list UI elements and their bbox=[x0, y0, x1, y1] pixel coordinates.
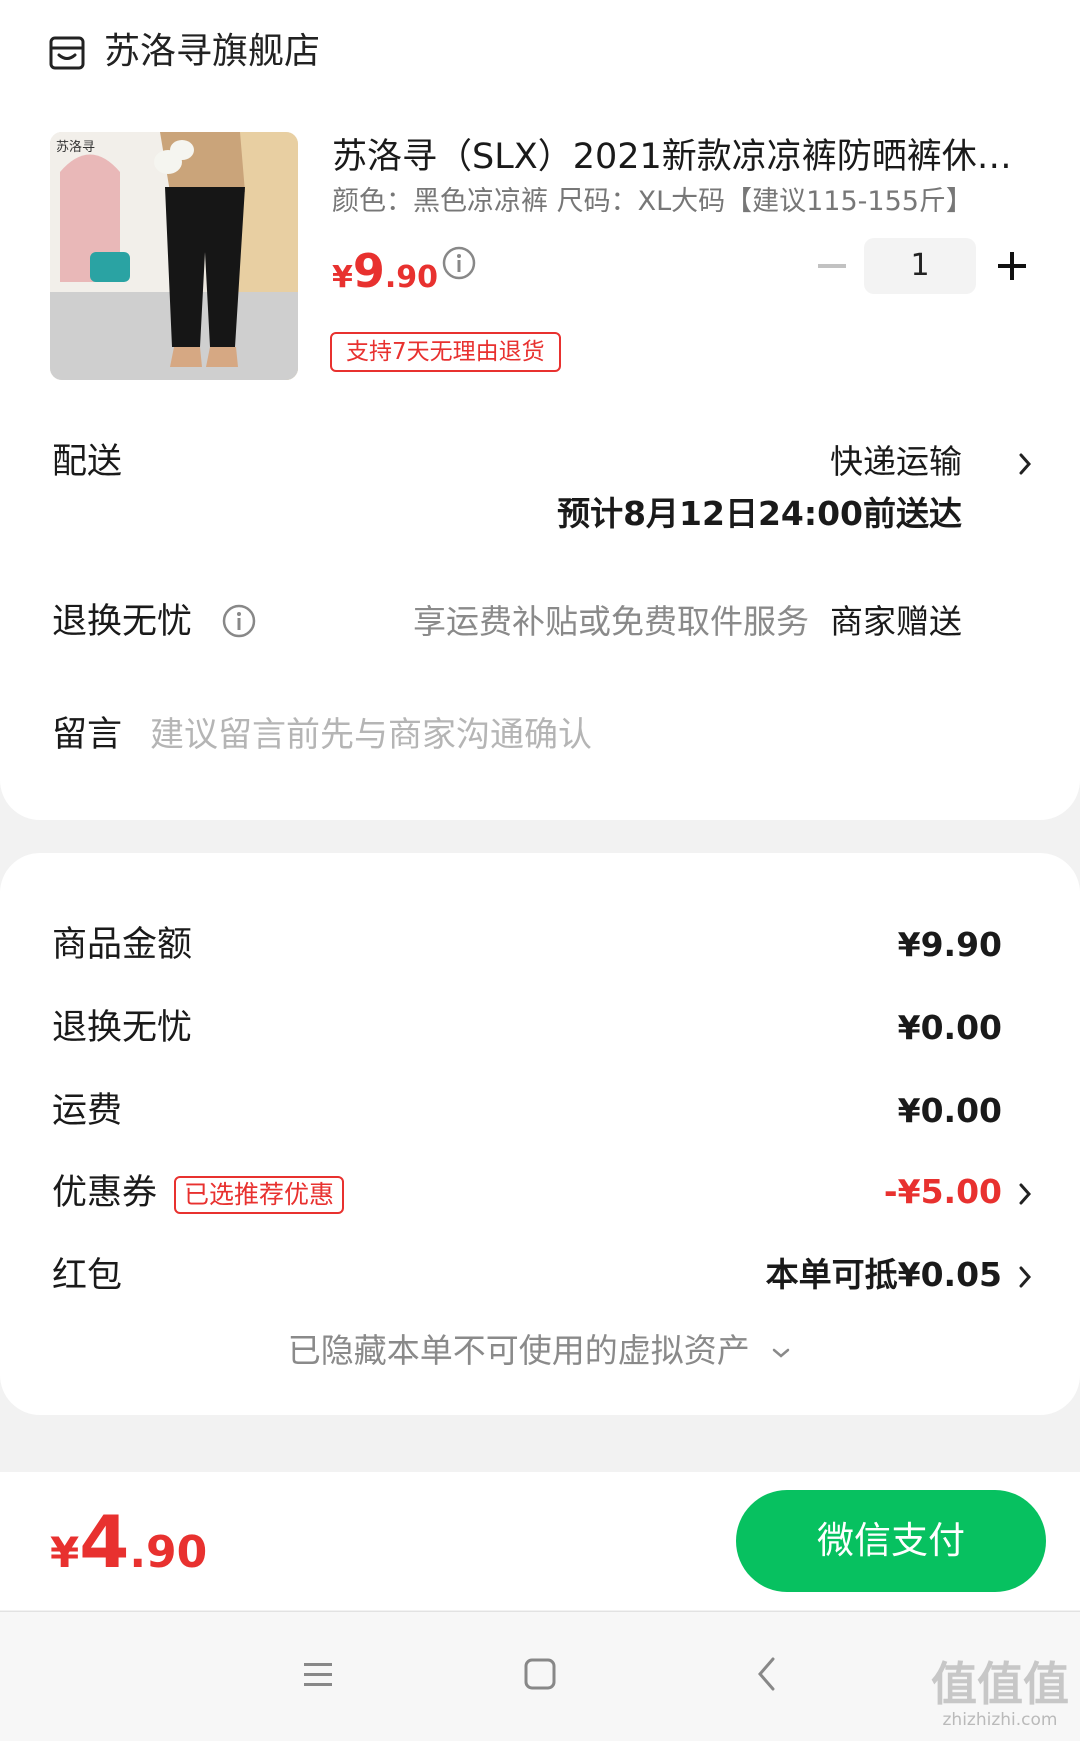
back-icon[interactable] bbox=[748, 1654, 788, 1694]
price-info-icon[interactable] bbox=[442, 246, 476, 280]
return-service-provider: 商家赠送 bbox=[830, 602, 962, 641]
red-packet-value[interactable]: 本单可抵¥0.05 bbox=[766, 1251, 1002, 1299]
coupon-value[interactable]: -¥5.00 bbox=[884, 1168, 1002, 1216]
image-watermark-text: 苏洛寻 bbox=[56, 140, 96, 155]
wechat-pay-button[interactable]: 微信支付 bbox=[736, 1490, 1046, 1592]
return-service-info-icon[interactable] bbox=[222, 604, 256, 638]
red-packet-chevron-right-icon[interactable] bbox=[1018, 1265, 1032, 1289]
price-decimal: .90 bbox=[384, 260, 439, 295]
shipping-fee-label: 运费 bbox=[52, 1091, 123, 1131]
product-spec[interactable]: 颜色：黑色凉凉裤 尺码：XL大码【建议115-155斤】 bbox=[332, 182, 973, 222]
delivery-method[interactable]: 快递运输 bbox=[830, 438, 962, 486]
product-price: ¥9.90 bbox=[332, 244, 438, 298]
product-title[interactable]: 苏洛寻（SLX）2021新款凉凉裤防晒裤休闲... bbox=[332, 132, 1032, 182]
home-icon[interactable] bbox=[520, 1654, 560, 1694]
site-watermark: 值值值 zhizhizhi.com bbox=[930, 1658, 1070, 1730]
store-name[interactable]: 苏洛寻旗舰店 bbox=[104, 26, 320, 78]
total-integer: 4 bbox=[79, 1500, 130, 1584]
quantity-minus-button[interactable] bbox=[812, 248, 852, 284]
return-service-label: 退换无忧 bbox=[52, 602, 193, 642]
delivery-chevron-right-icon[interactable] bbox=[1018, 452, 1032, 476]
delivery-label: 配送 bbox=[52, 442, 123, 482]
goods-amount-value: ¥9.90 bbox=[897, 925, 1002, 964]
hidden-assets-toggle[interactable]: 已隐藏本单不可使用的虚拟资产 bbox=[0, 1326, 1080, 1376]
chevron-down-icon bbox=[773, 1348, 790, 1358]
message-label: 留言 bbox=[52, 715, 123, 755]
quantity-plus-button[interactable] bbox=[994, 248, 1030, 284]
return-service-value: 享运费补贴或免费取件服务 商家赠送 bbox=[413, 598, 962, 646]
order-card: 苏洛寻旗舰店 苏洛寻 苏洛寻（SLX）2021新款凉凉裤防晒裤休闲... 颜色：… bbox=[0, 0, 1080, 820]
red-packet-label: 红包 bbox=[52, 1256, 123, 1296]
product-photo bbox=[50, 132, 298, 380]
coupon-label: 优惠券 bbox=[52, 1173, 158, 1213]
total-decimal: .90 bbox=[129, 1527, 208, 1578]
shipping-fee-value: ¥0.00 bbox=[897, 1091, 1002, 1130]
total-price: ¥4.90 bbox=[50, 1500, 207, 1584]
coupon-recommended-tag: 已选推荐优惠 bbox=[174, 1176, 345, 1214]
goods-amount-label: 商品金额 bbox=[52, 925, 193, 965]
price-integer: 9 bbox=[352, 244, 385, 298]
coupon-chevron-right-icon[interactable] bbox=[1018, 1182, 1032, 1206]
price-symbol: ¥ bbox=[332, 260, 353, 295]
watermark-domain: zhizhizhi.com bbox=[942, 1710, 1058, 1730]
total-symbol: ¥ bbox=[50, 1528, 80, 1577]
message-input[interactable]: 建议留言前先与商家沟通确认 bbox=[150, 710, 592, 760]
return-fee-label: 退换无忧 bbox=[52, 1008, 193, 1048]
hidden-assets-text: 已隐藏本单不可使用的虚拟资产 bbox=[287, 1331, 750, 1370]
return-service-desc: 享运费补贴或免费取件服务 bbox=[413, 602, 810, 641]
quantity-input[interactable]: 1 bbox=[864, 238, 976, 294]
return-fee-value: ¥0.00 bbox=[897, 1008, 1002, 1047]
product-image[interactable]: 苏洛寻 bbox=[50, 132, 298, 380]
menu-icon[interactable] bbox=[298, 1654, 338, 1694]
return-policy-tag: 支持7天无理由退货 bbox=[330, 332, 561, 372]
delivery-eta: 预计8月12日24:00前送达 bbox=[557, 494, 962, 533]
watermark-main: 值值值 bbox=[931, 1657, 1069, 1711]
store-icon bbox=[49, 36, 85, 70]
